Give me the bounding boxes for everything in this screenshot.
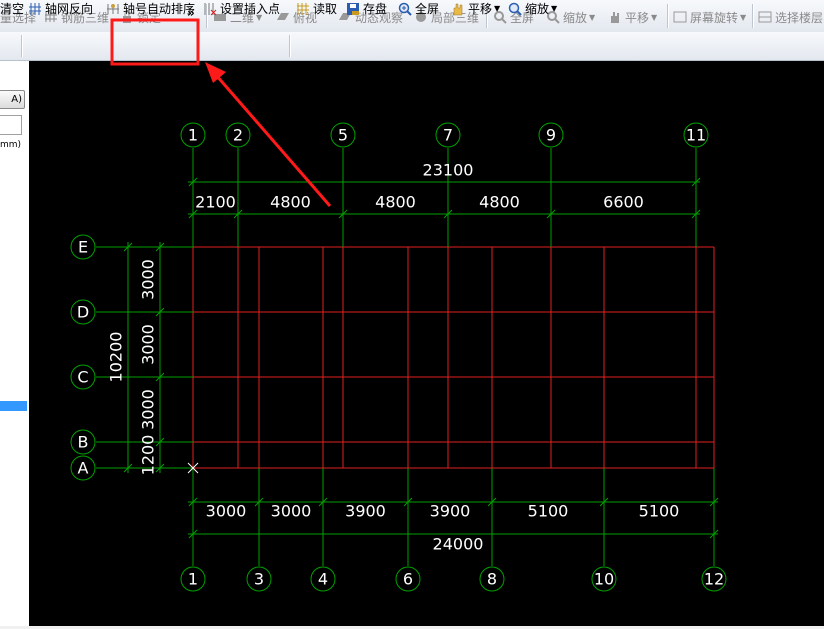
zoom-button[interactable]: 缩放 ▼ <box>508 0 557 17</box>
dropdown-arrow-icon: ▼ <box>651 12 658 22</box>
axis-sort-icon <box>107 3 119 14</box>
floor-icon <box>758 11 772 23</box>
dropdown-arrow-icon: ▼ <box>589 12 596 22</box>
top-spacing-dimension: 4800 <box>375 193 416 212</box>
fullscreen-magnifier-icon <box>398 2 412 16</box>
left-axis-label: D <box>77 303 89 322</box>
pan-label: 平移 <box>468 2 493 16</box>
axis-reverse-button[interactable]: 轴网反向 <box>28 0 93 17</box>
bottom-axis-label: 12 <box>704 570 724 589</box>
left-axis-label: B <box>78 433 89 452</box>
left-total-dimension: 10200 <box>107 332 126 383</box>
top-spacing-dimension: 2100 <box>195 193 236 212</box>
pan-button[interactable]: 平移 ▼ <box>451 0 500 17</box>
auto-sort-axis-label: 轴号自动排序 <box>123 2 196 16</box>
left-spacing-dimension: 3000 <box>139 389 158 430</box>
axis-grid-drawing[interactable]: 1 2 5 7 9 11231002100 4800 4800 4800 66001 3 4 6 8 10 1… <box>29 61 824 626</box>
bottom-spacing-dimension: 5100 <box>639 502 680 521</box>
hand-icon <box>611 12 619 23</box>
fullscreen-button[interactable]: 全屏 <box>398 0 439 17</box>
pan-top-label: 平移 <box>625 10 650 25</box>
rotate-icon <box>673 11 687 23</box>
clear-button[interactable]: 清空 <box>0 0 24 17</box>
separator <box>21 35 23 57</box>
top-total-dimension: 23100 <box>423 161 474 180</box>
left-axis-label: A <box>78 459 89 478</box>
bottom-axis-label: 4 <box>318 570 328 589</box>
axis-reverse-label: 轴网反向 <box>45 2 94 16</box>
axis-grid-icon <box>29 2 41 15</box>
zoom-magnifier-icon <box>508 2 522 16</box>
panel-button[interactable]: A) <box>0 90 25 109</box>
top-axis-label: 7 <box>443 126 453 145</box>
save-button[interactable]: 存盘 <box>346 0 387 17</box>
top-axis-label: 2 <box>233 126 243 145</box>
top-axis-label: 9 <box>546 126 556 145</box>
top-axis-label: 5 <box>338 126 348 145</box>
dropdown-arrow-icon: ▼ <box>494 4 501 13</box>
pan-top-button[interactable]: 平移 ▼ <box>608 8 657 26</box>
left-spacing-dimension: 3000 <box>139 259 158 300</box>
axis-toolbar <box>0 32 824 61</box>
selected-row-indicator[interactable] <box>0 401 27 411</box>
left-property-panel: A) mm) <box>0 61 30 626</box>
left-spacing-dimension: 1200 <box>139 435 158 476</box>
panel-button-label: A) <box>11 94 22 105</box>
separator <box>752 4 754 28</box>
bottom-spacing-dimension: 3000 <box>206 502 247 521</box>
save-disk-icon <box>347 2 359 15</box>
select-floor-button[interactable]: 选择楼层 <box>758 8 823 26</box>
fullscreen-label: 全屏 <box>415 2 440 16</box>
separator <box>289 35 291 57</box>
pan-hand-icon <box>453 3 463 15</box>
top-spacing-dimension: 4800 <box>479 193 520 212</box>
bottom-axis-label: 1 <box>188 570 198 589</box>
top-axis-label: 1 <box>188 126 198 145</box>
top-spacing-dimension: 4800 <box>270 193 311 212</box>
save-label: 存盘 <box>363 2 388 16</box>
screen-rotate-button[interactable]: 屏幕旋转 ▼ <box>673 8 746 26</box>
auto-sort-axis-button[interactable]: 轴号自动排序 <box>106 0 195 17</box>
bottom-spacing-dimension: 3900 <box>430 502 471 521</box>
bottom-spacing-dimension: 5100 <box>528 502 569 521</box>
select-floor-label: 选择楼层 <box>775 10 824 25</box>
separator <box>667 4 669 28</box>
bottom-axis-label: 3 <box>254 570 264 589</box>
bottom-axis-label: 6 <box>403 570 413 589</box>
top-spacing-dimension: 6600 <box>603 193 644 212</box>
top-axis-label: 11 <box>686 126 706 145</box>
panel-input[interactable] <box>0 115 22 135</box>
unit-label: mm) <box>0 140 22 150</box>
clear-label: 清空 <box>0 2 25 16</box>
set-insert-point-label: 设置插入点 <box>220 2 281 16</box>
set-insert-point-button[interactable]: 设置插入点 <box>203 0 280 17</box>
read-label: 读取 <box>313 2 338 16</box>
bottom-spacing-dimension: 3000 <box>271 502 312 521</box>
left-spacing-dimension: 3000 <box>139 324 158 365</box>
read-button[interactable]: 读取 <box>296 0 337 17</box>
bottom-axis-label: 10 <box>594 570 614 589</box>
bottom-total-dimension: 24000 <box>433 535 484 554</box>
dropdown-arrow-icon: ▼ <box>740 12 747 22</box>
zoom-top-label: 缩放 <box>563 10 588 25</box>
screen-rotate-label: 屏幕旋转 <box>690 10 739 25</box>
insert-point-icon <box>204 2 217 15</box>
left-axis-label: C <box>77 368 88 387</box>
drawing-canvas[interactable]: 1 2 5 7 9 11 23100 2100 4800 4800 4800 6600 1 3 4 6 8 10 1… <box>29 61 824 626</box>
left-axis-label: E <box>78 238 88 257</box>
dropdown-arrow-icon: ▼ <box>551 4 558 13</box>
zoom-label: 缩放 <box>525 2 550 16</box>
bottom-spacing-dimension: 3900 <box>345 502 386 521</box>
bottom-axis-label: 8 <box>487 570 497 589</box>
read-grid-icon <box>297 2 309 15</box>
